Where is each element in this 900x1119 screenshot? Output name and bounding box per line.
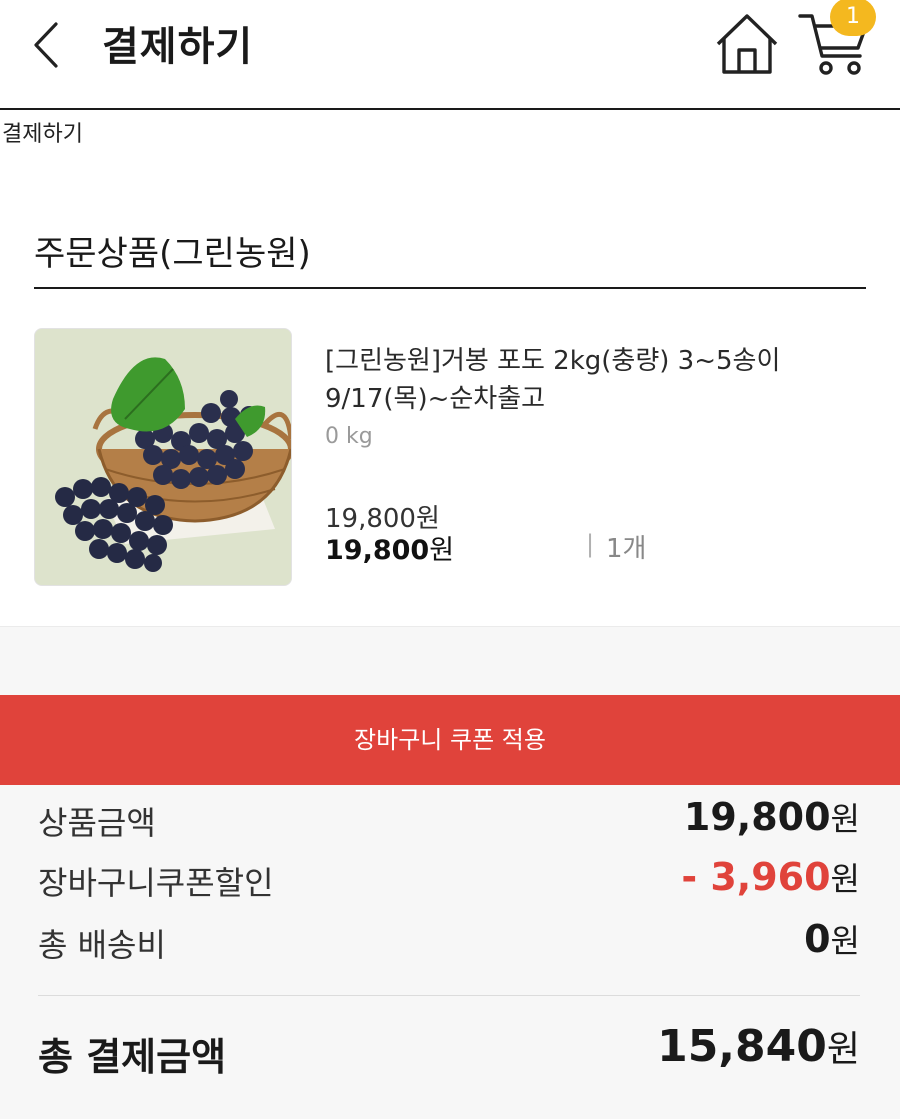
total-payment-label: 총 결제금액 <box>38 1035 227 1079</box>
product-quantity: 1개 <box>606 534 647 564</box>
product-price-amount: 19,800 <box>325 535 430 566</box>
summary-row-coupon-discount: 장바구니쿠폰할인 - 3,960원 <box>38 855 860 908</box>
summary-label: 장바구니쿠폰할인 <box>38 864 274 902</box>
cart-count-badge: 1 <box>830 0 876 36</box>
order-section-title: 주문상품(그린농원) <box>34 234 311 274</box>
product-weight: 0 kg <box>325 424 373 449</box>
total-payment-value: 15,840원 <box>657 1020 860 1072</box>
apply-cart-coupon-button[interactable]: 장바구니 쿠폰 적용 <box>0 695 900 785</box>
back-button[interactable] <box>28 18 68 72</box>
section-divider <box>34 287 866 289</box>
grapes-basket-image <box>35 329 291 585</box>
summary-amount: - 3,960 <box>681 855 831 899</box>
summary-unit: 원 <box>830 860 860 898</box>
quantity-separator: | <box>586 530 595 558</box>
summary-amount: 0 <box>804 917 831 961</box>
summary-amount: 19,800 <box>683 795 831 839</box>
summary-row-shipping: 총 배송비 0원 <box>38 917 860 970</box>
summary-value: - 3,960원 <box>681 854 860 900</box>
chevron-left-icon <box>34 22 58 68</box>
home-icon <box>716 14 778 74</box>
product-price: 19,800원 <box>325 528 454 567</box>
summary-value: 0원 <box>804 916 860 962</box>
summary-value: 19,800원 <box>684 794 860 840</box>
breadcrumb: 결제하기 <box>2 122 83 147</box>
total-amount: 15,840 <box>657 1021 827 1072</box>
product-price-unit: 원 <box>429 535 455 566</box>
page-title: 결제하기 <box>102 24 254 70</box>
app-header: 결제하기 1 <box>0 0 900 110</box>
product-image[interactable] <box>34 328 292 586</box>
summary-row-product-amount: 상품금액 19,800원 <box>38 795 860 848</box>
total-unit: 원 <box>826 1029 860 1070</box>
summary-label: 총 배송비 <box>38 926 166 964</box>
summary-unit: 원 <box>830 922 860 960</box>
summary-divider <box>38 995 860 996</box>
product-name[interactable]: [그린농원]거봉 포도 2kg(충량) 3~5송이 9/17(목)~순차출고 <box>325 342 865 418</box>
home-button[interactable] <box>714 10 780 76</box>
summary-label: 상품금액 <box>38 804 156 842</box>
summary-unit: 원 <box>830 800 860 838</box>
